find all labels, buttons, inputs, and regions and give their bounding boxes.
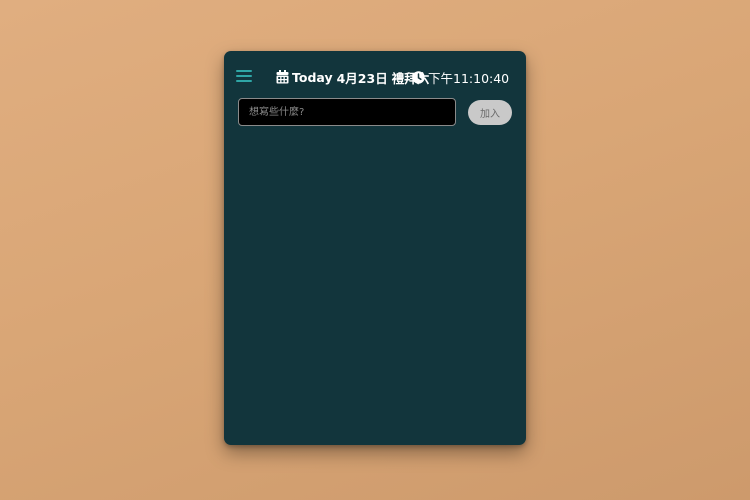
- todo-card: Today 4月23日 禮拜六 下午11:10:40 加入: [224, 51, 526, 445]
- date-text: 4月23日: [336, 70, 388, 86]
- card-header: Today 4月23日 禮拜六 下午11:10:40: [224, 65, 526, 87]
- calendar-icon: [276, 70, 289, 84]
- clock-icon: [412, 70, 425, 84]
- time-display: 下午11:10:40: [412, 67, 509, 87]
- todo-list: [238, 137, 512, 433]
- date-prefix: Today: [292, 69, 333, 85]
- hamburger-menu-icon[interactable]: [236, 68, 253, 83]
- date-display: Today 4月23日 禮拜六: [276, 67, 429, 87]
- time-text: 下午11:10:40: [428, 70, 510, 86]
- add-button[interactable]: 加入: [468, 100, 512, 125]
- todo-input[interactable]: [238, 98, 456, 126]
